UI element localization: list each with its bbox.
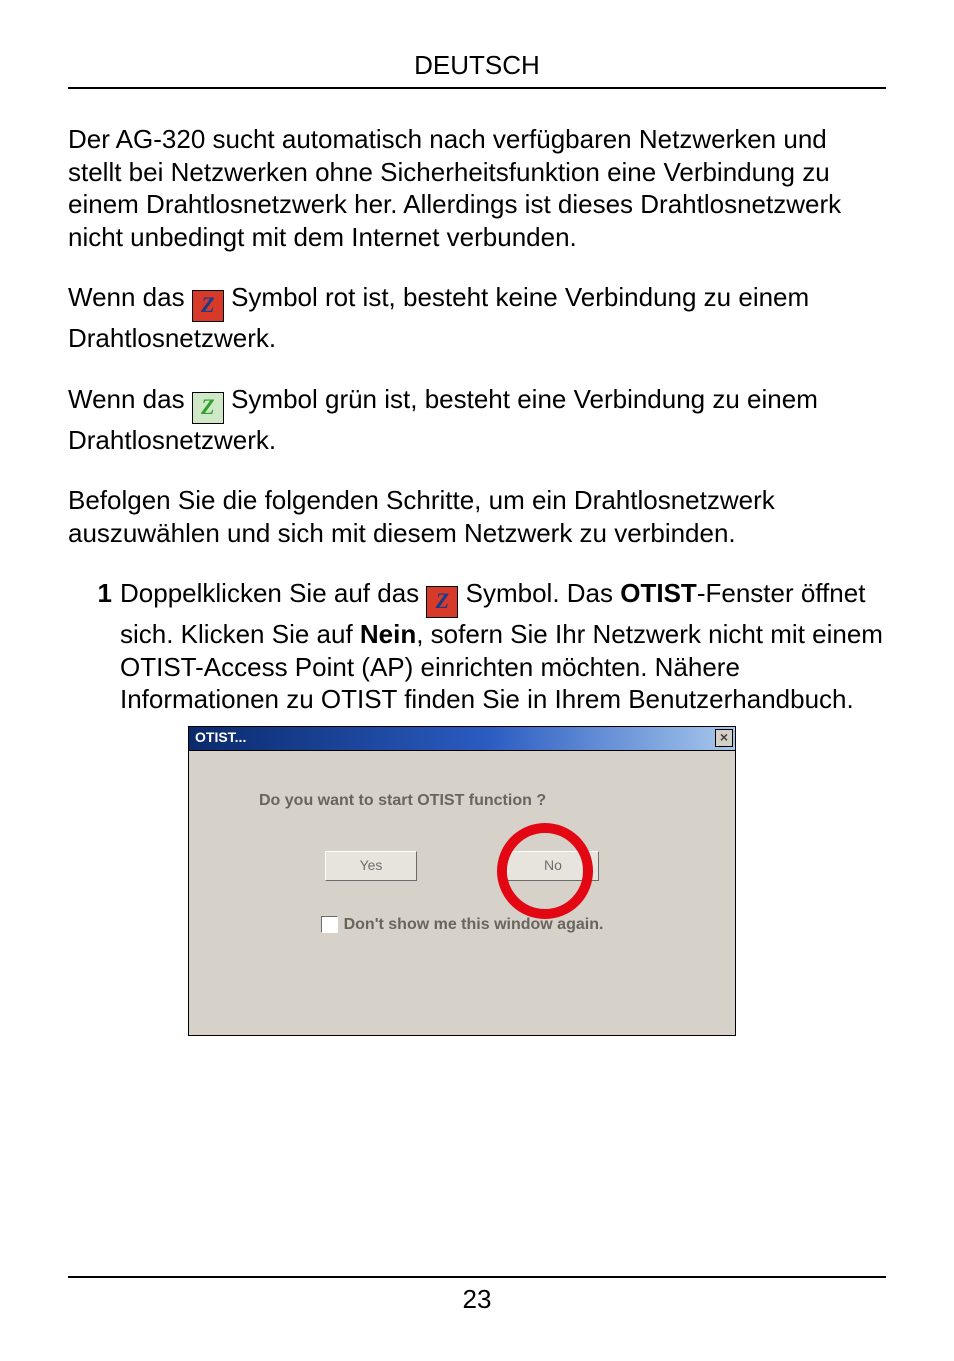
yes-button[interactable]: Yes bbox=[325, 851, 417, 881]
dialog-question: Do you want to start OTIST function ? bbox=[209, 791, 715, 811]
paragraph-green-icon: Wenn das Z Symbol grün ist, besteht eine… bbox=[68, 383, 886, 457]
paragraph-instructions: Befolgen Sie die folgenden Schritte, um … bbox=[68, 484, 886, 549]
z-icon-red: Z bbox=[426, 586, 458, 618]
list-body: Doppelklicken Sie auf das Z Symbol. Das … bbox=[120, 577, 886, 716]
body-text: Der AG-320 sucht automatisch nach verfüg… bbox=[68, 123, 886, 1036]
bold-otist: OTIST bbox=[620, 578, 697, 608]
dialog-button-row: Yes No bbox=[209, 851, 715, 881]
dont-show-row: Don't show me this window again. bbox=[209, 915, 715, 935]
bold-nein: Nein bbox=[360, 619, 416, 649]
dont-show-label: Don't show me this window again. bbox=[344, 915, 604, 935]
dialog-body: Do you want to start OTIST function ? Ye… bbox=[188, 751, 736, 1036]
paragraph-intro: Der AG-320 sucht automatisch nach verfüg… bbox=[68, 123, 886, 253]
footer-rule bbox=[68, 1276, 886, 1278]
text-fragment: Wenn das bbox=[68, 384, 192, 414]
paragraph-red-icon: Wenn das Z Symbol rot ist, besteht keine… bbox=[68, 281, 886, 355]
no-button[interactable]: No bbox=[507, 851, 599, 881]
dialog-title: OTIST... bbox=[195, 729, 715, 747]
page-footer: 23 bbox=[68, 1276, 886, 1315]
header-rule bbox=[68, 87, 886, 89]
text-fragment: Wenn das bbox=[68, 282, 192, 312]
list-item-1: 1 Doppelklicken Sie auf das Z Symbol. Da… bbox=[68, 577, 886, 716]
page: DEUTSCH Der AG-320 sucht automatisch nac… bbox=[0, 0, 954, 1361]
close-button[interactable]: × bbox=[715, 729, 733, 747]
z-icon-red: Z bbox=[192, 290, 224, 322]
ordered-list: 1 Doppelklicken Sie auf das Z Symbol. Da… bbox=[68, 577, 886, 716]
dialog-titlebar: OTIST... × bbox=[188, 726, 736, 751]
text-fragment: Doppelklicken Sie auf das bbox=[120, 578, 426, 608]
z-icon-green: Z bbox=[192, 392, 224, 424]
page-number: 23 bbox=[68, 1284, 886, 1315]
otist-dialog: OTIST... × Do you want to start OTIST fu… bbox=[188, 726, 736, 1036]
text-fragment: Symbol. Das bbox=[466, 578, 621, 608]
list-number: 1 bbox=[68, 577, 120, 716]
page-header: DEUTSCH bbox=[68, 50, 886, 87]
dont-show-checkbox[interactable] bbox=[321, 916, 338, 933]
